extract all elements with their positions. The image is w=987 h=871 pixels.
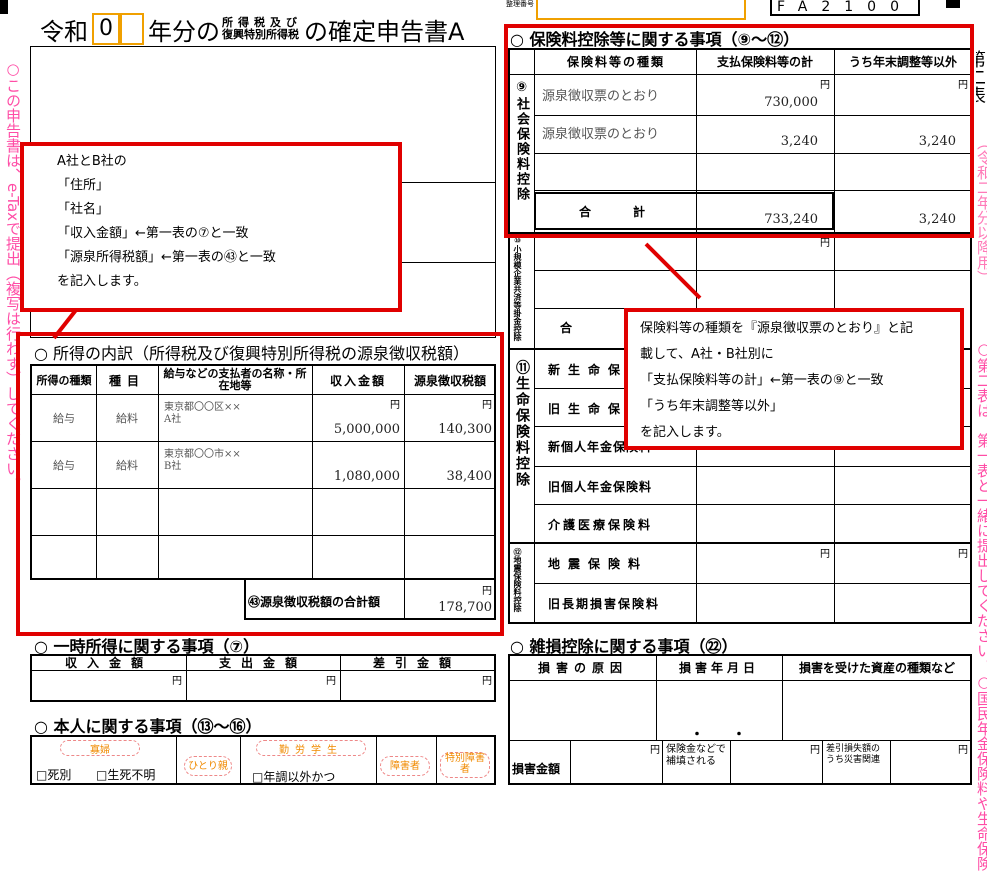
id-label: 整理番号 (506, 0, 534, 8)
callout-left-line: 「住所」 (57, 178, 110, 193)
highlight-insurance (504, 24, 974, 238)
corner-mark-right (946, 0, 960, 8)
widow-label: 寡婦 (60, 740, 140, 756)
yen-unit: 円 (958, 745, 968, 756)
death-checkbox[interactable]: □死別 (36, 766, 71, 783)
col-temp-expense: 支出金額 (218, 656, 307, 670)
special-disabled-label[interactable]: 特別障害者 (440, 752, 490, 778)
annual-checkbox[interactable]: □年調以外かつ (252, 768, 335, 785)
yen-unit: 円 (958, 549, 968, 560)
title-prefix: 令和 (40, 17, 88, 46)
callout-right-line: を記入します。 (640, 425, 730, 440)
yen-unit: 円 (326, 676, 336, 687)
callout-left-line: 「源泉所得税額」←第一表の㊸と一致 (57, 250, 276, 265)
col-casualty-cause: 損害の原因 (537, 661, 628, 675)
callout-right-line: 「支払保険料等の計」←第一表の⑨と一致 (640, 373, 884, 388)
margin-sheet-label: 第二表 (976, 50, 986, 104)
single-parent-label[interactable]: ひとり親 (184, 756, 232, 776)
working-student-label: 勤労学生 (256, 740, 366, 756)
corner-mark (0, 0, 8, 14)
disabled-label[interactable]: 障害者 (380, 756, 430, 776)
year-box[interactable]: 0 (92, 13, 120, 45)
yen-unit: 円 (650, 745, 660, 756)
life-row-care: 介護医療保険料 (548, 517, 654, 532)
loss-amount-label: 損害金額 (512, 761, 561, 776)
yen-unit: 円 (820, 549, 830, 560)
form-title: 令和 0 年分の 所得税及び 復興特別所得税 の確定申告書A (40, 12, 464, 46)
margin-note-version: （令和二年分以降用） (975, 135, 987, 285)
col-casualty-asset: 損害を受けた資産の種類など (798, 661, 955, 675)
title-suffix: の確定申告書A (304, 17, 465, 46)
yen-unit: 円 (810, 745, 820, 756)
callout-right-line: 「うち年末調整等以外」 (640, 399, 784, 414)
callout-left: A社とB社の 「住所」 「社名」 「収入金額」←第一表の⑦と一致 「源泉所得税額… (20, 142, 402, 312)
disaster-expense-label: 差引損失額のうち災害関連 (826, 744, 881, 765)
tax-name: 所得税及び 復興特別所得税 (222, 17, 302, 41)
casualty-date-dots: ・ ・ (690, 727, 746, 743)
callout-left-line: 「収入金額」←第一表の⑦と一致 (57, 226, 249, 241)
address-line (400, 262, 496, 263)
yen-unit: 円 (482, 676, 492, 687)
callout-left-line: A社とB社の (57, 154, 127, 169)
id-number-boxes[interactable] (536, 0, 746, 20)
yen-unit: 円 (172, 676, 182, 687)
callout-left-line: を記入します。 (57, 274, 147, 289)
callout-right-line: 載して、A社・B社別に (640, 347, 774, 362)
form-code: FA2100 (770, 0, 920, 16)
quake-row-earthquake: 地震保険料 (548, 556, 649, 571)
highlight-income (16, 332, 504, 636)
personal-section-title: ○ 本人に関する事項（⑬～⑯） (34, 717, 262, 736)
address-line (400, 182, 496, 183)
title-mid: 年分の (148, 17, 220, 46)
insurance-comp-label: 保険金などで補填される (666, 744, 726, 767)
earthquake-label: ⑫地震保険料控除 (513, 548, 522, 612)
col-temp-diff: 差引金額 (372, 656, 461, 670)
callout-right-line: 保険料等の種類を『源泉徴収票のとおり』と記 (640, 321, 914, 336)
life-row-old-pension: 旧個人年金保険料 (548, 479, 653, 494)
quake-row-longterm: 旧長期損害保険料 (548, 596, 661, 611)
tax-line-2: 復興特別所得税 (222, 28, 299, 41)
small-total-label: 合 (560, 320, 575, 335)
callout-left-line: 「社名」 (57, 202, 110, 217)
callout-right: 保険料等の種類を『源泉徴収票のとおり』と記 載して、A社・B社別に 「支払保険料… (624, 308, 964, 450)
col-casualty-date: 損害年月日 (678, 661, 759, 675)
unknown-checkbox[interactable]: □生死不明 (96, 766, 155, 783)
year-box-empty[interactable] (120, 13, 144, 45)
life-insurance-label: ⑪生命保険料控除 (514, 360, 530, 488)
small-business-label: ⑩小規模企業共済等掛金控除 (513, 236, 522, 341)
margin-note-right: ○第二表は、第一表と一緒に提出してください。○国民年金保険料や生命保険 (975, 340, 987, 871)
col-temp-income: 収入金額 (64, 656, 153, 670)
